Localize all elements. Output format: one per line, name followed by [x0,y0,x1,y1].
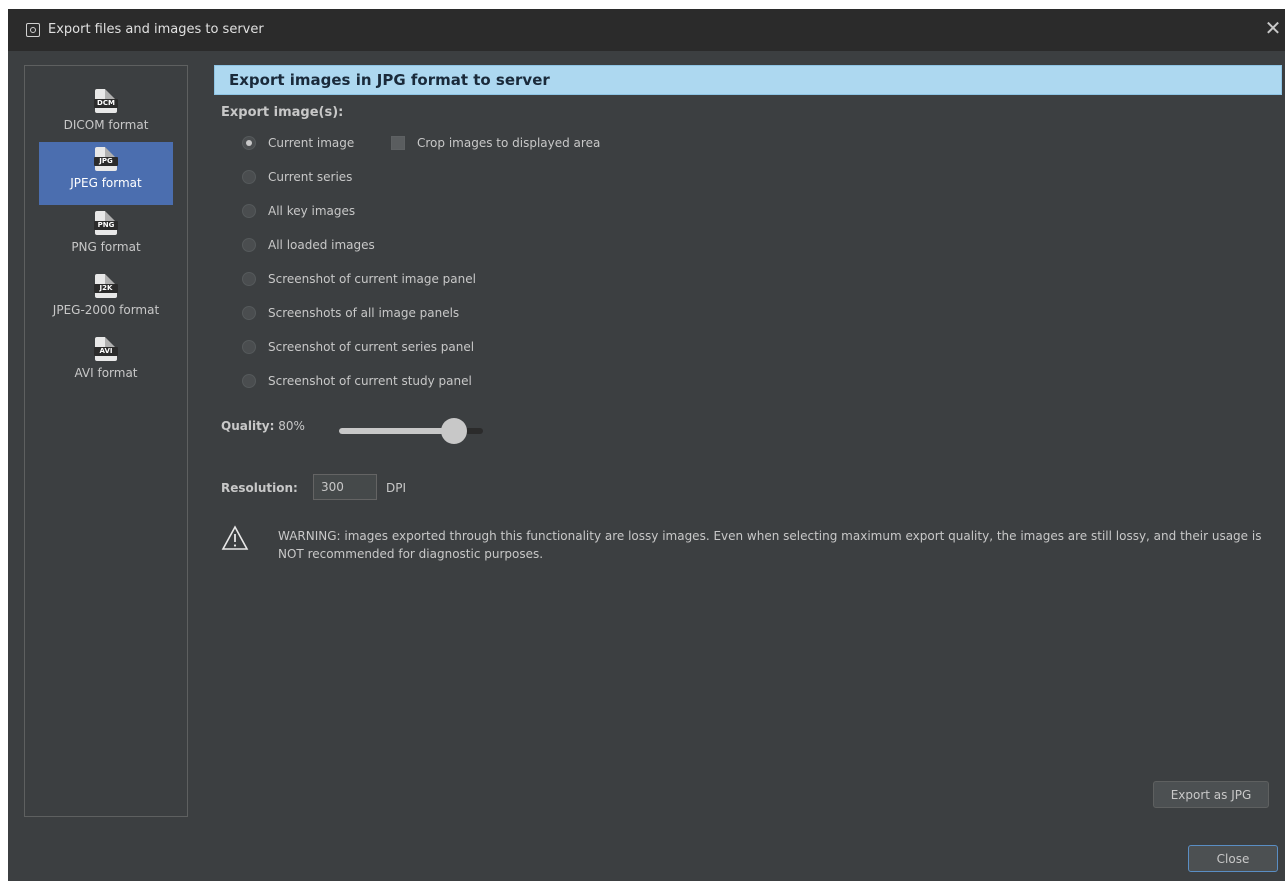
slider-fill [339,428,454,434]
radio-screenshot-current-series-panel[interactable]: Screenshot of current series panel [242,337,474,357]
export-images-label: Export image(s): [221,105,344,120]
sidebar-item-jpeg[interactable]: JPG JPEG format [39,142,173,205]
sidebar-item-label: AVI format [74,366,138,380]
app-logo-icon [26,23,40,37]
radio-all-loaded-images[interactable]: All loaded images [242,235,375,255]
radio-screenshot-current-study-panel[interactable]: Screenshot of current study panel [242,371,472,391]
checkbox-box[interactable] [391,136,405,150]
resolution-label: Resolution: [221,481,298,495]
radio-button[interactable] [242,374,256,388]
radio-button[interactable] [242,272,256,286]
jpeg-file-icon: JPG [94,147,118,171]
radio-screenshot-current-image-panel[interactable]: Screenshot of current image panel [242,269,476,289]
resolution-input[interactable] [313,474,377,500]
close-icon[interactable]: ✕ [1263,16,1283,40]
radio-button[interactable] [242,170,256,184]
sidebar-item-label: JPEG format [70,176,142,190]
radio-current-series[interactable]: Current series [242,167,352,187]
slider-thumb[interactable] [441,418,467,444]
j2k-file-icon: J2K [94,274,118,298]
radio-current-image[interactable]: Current image [242,133,354,153]
sidebar-item-png[interactable]: PNG PNG format [39,206,173,269]
sidebar-item-avi[interactable]: AVI AVI format [39,332,173,395]
quality-value: 80% [278,419,305,433]
avi-file-icon: AVI [94,337,118,361]
sidebar-item-label: DICOM format [63,118,149,132]
warning-text: WARNING: images exported through this fu… [278,529,1262,561]
export-as-jpg-button[interactable]: Export as JPG [1153,781,1269,808]
radio-button[interactable] [242,136,256,150]
png-file-icon: PNG [94,211,118,235]
dicom-file-icon: DCM [94,89,118,113]
radio-button[interactable] [242,340,256,354]
format-sidebar: DCM DICOM format JPG JPEG format PNG PNG… [24,65,188,817]
crop-checkbox[interactable]: Crop images to displayed area [391,133,600,153]
radio-button[interactable] [242,204,256,218]
radio-button[interactable] [242,238,256,252]
sidebar-item-label: PNG format [71,240,141,254]
sidebar-item-j2k[interactable]: J2K JPEG-2000 format [39,269,173,332]
window-title: Export files and images to server [48,22,264,37]
close-button[interactable]: Close [1188,845,1278,872]
sidebar-item-label: JPEG-2000 format [52,303,160,317]
radio-button[interactable] [242,306,256,320]
sidebar-item-dicom[interactable]: DCM DICOM format [39,84,173,147]
export-dialog: Export files and images to server ✕ DCM … [8,9,1285,881]
dpi-unit-label: DPI [386,481,407,495]
warning-triangle-icon [221,525,249,550]
radio-all-key-images[interactable]: All key images [242,201,355,221]
quality-slider[interactable] [339,418,483,444]
panel-header: Export images in JPG format to server [214,65,1282,95]
title-bar: Export files and images to server ✕ [8,9,1285,51]
quality-label: Quality: 80% [221,419,305,433]
radio-screenshots-all-image-panels[interactable]: Screenshots of all image panels [242,303,459,323]
